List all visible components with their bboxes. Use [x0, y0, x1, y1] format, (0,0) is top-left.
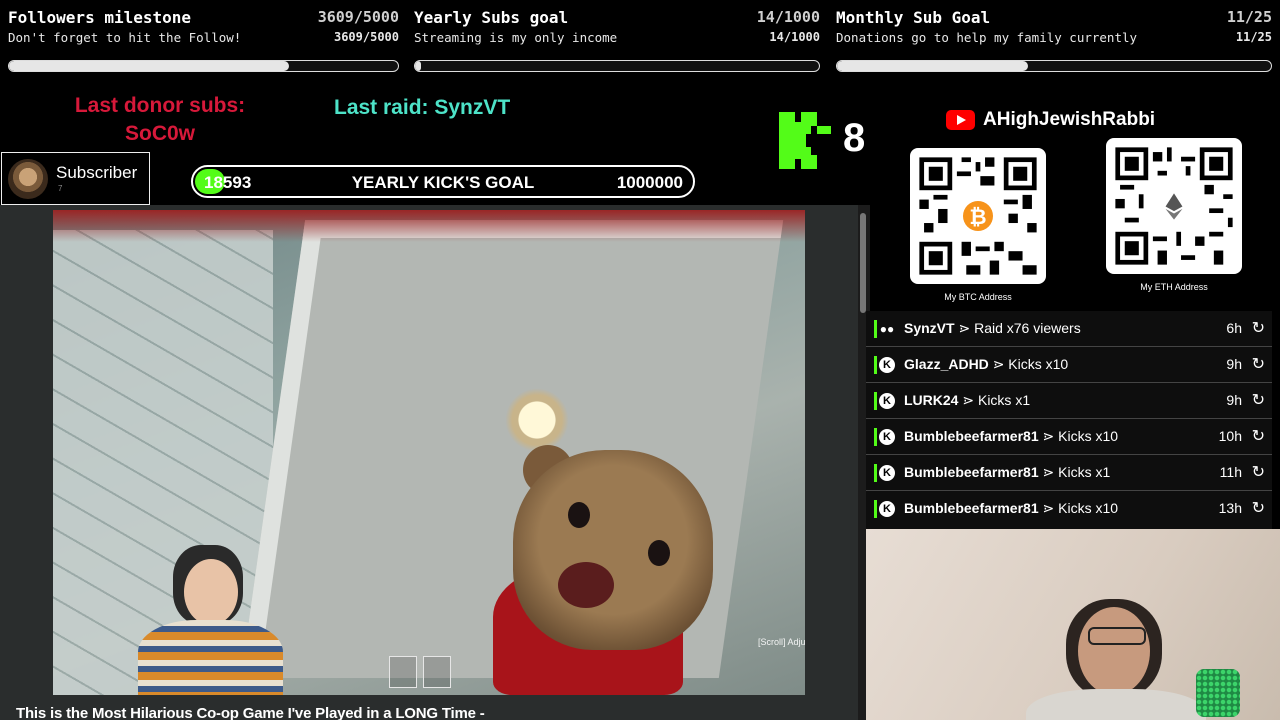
goal-progress-fill: [837, 61, 1028, 71]
goal-title: Followers milestone: [8, 8, 192, 27]
kick-icon: K: [879, 501, 895, 517]
scrollbar-thumb[interactable]: [860, 213, 866, 313]
monthly-sub-goal: Monthly Sub Goal 11/25 Donations go to h…: [836, 0, 1272, 80]
yearly-subs-goal: Yearly Subs goal 14/1000 Streaming is my…: [414, 0, 820, 80]
event-time: 6h: [1226, 320, 1242, 336]
subscriber-count: 7: [58, 184, 63, 193]
kick-count: 8: [843, 116, 866, 160]
eth-qr-label: My ETH Address: [1140, 282, 1208, 292]
goal-subtitle: Don't forget to hit the Follow!: [8, 30, 242, 45]
event-user: Bumblebeefarmer81: [904, 500, 1039, 516]
goal-progress-fill: [9, 61, 290, 71]
goal-title: Monthly Sub Goal: [836, 8, 991, 27]
kick-goal-bar: 18593 YEARLY KICK'S GOAL 1000000: [191, 165, 695, 198]
eth-qr-code: [1106, 138, 1242, 274]
event-row: K Bumblebeefarmer81 ⋗ Kicks x10 10h ↻: [866, 419, 1272, 455]
last-raid: Last raid: SynzVT: [334, 96, 511, 119]
event-feed: ●● SynzVT ⋗ Raid x76 viewers 6h ↻ K Glaz…: [866, 311, 1272, 529]
overlay-square: [389, 656, 417, 688]
event-action: ⋗ Kicks x1: [1042, 464, 1111, 480]
btc-qr-label: My BTC Address: [944, 292, 1012, 302]
event-action: ⋗ Kicks x10: [992, 356, 1069, 372]
last-donor: Last donor subs: SoC0w: [40, 92, 280, 148]
last-donor-label: Last donor subs:: [74, 94, 246, 117]
replay-icon[interactable]: ↻: [1252, 462, 1265, 482]
goal-count: 3609/5000: [317, 8, 399, 26]
teddy-bear: [513, 450, 713, 650]
goal-count-secondary: 11/25: [1235, 30, 1272, 44]
game-video: [Scroll] Adjust range This is the Most H…: [0, 205, 860, 720]
event-row: K Glazz_ADHD ⋗ Kicks x10 9h ↻: [866, 347, 1272, 383]
event-time: 13h: [1218, 500, 1242, 516]
event-user: SynzVT: [904, 320, 955, 336]
replay-icon[interactable]: ↻: [1252, 390, 1265, 410]
event-action: ⋗ Raid x76 viewers: [958, 320, 1081, 336]
event-row: K LURK24 ⋗ Kicks x1 9h ↻: [866, 383, 1272, 419]
goal-count: 14/1000: [756, 8, 820, 26]
goal-progress-bar: [836, 60, 1272, 72]
streamer-webcam: [108, 535, 283, 695]
svg-text:₿: ₿: [969, 204, 986, 229]
kick-icon: K: [879, 393, 895, 409]
replay-icon[interactable]: ↻: [1252, 426, 1265, 446]
followers-goal: Followers milestone 3609/5000 Don't forg…: [8, 0, 399, 80]
goal-progress-bar: [414, 60, 820, 72]
event-user: Bumblebeefarmer81: [904, 428, 1039, 444]
game-scene: [Scroll] Adjust range: [53, 210, 805, 695]
kick-icon: K: [879, 357, 895, 373]
event-user: Glazz_ADHD: [904, 356, 989, 372]
replay-icon[interactable]: ↻: [1252, 498, 1265, 518]
event-action: ⋗ Kicks x1: [962, 392, 1031, 408]
event-action: ⋗ Kicks x10: [1042, 500, 1119, 516]
event-time: 10h: [1218, 428, 1242, 444]
event-action: ⋗ Kicks x10: [1042, 428, 1119, 444]
event-time: 9h: [1226, 356, 1242, 372]
subscriber-box: Subscriber 7: [1, 152, 150, 205]
goal-count: 11/25: [1226, 8, 1272, 26]
event-time: 11h: [1219, 464, 1242, 480]
goal-progress-fill: [415, 61, 421, 71]
event-user: Bumblebeefarmer81: [904, 464, 1039, 480]
kick-logo-icon: [779, 112, 831, 169]
goal-title: Yearly Subs goal: [414, 8, 569, 27]
event-row: K Bumblebeefarmer81 ⋗ Kicks x1 11h ↻: [866, 455, 1272, 491]
btc-qr-code: ₿: [910, 148, 1046, 284]
event-user: LURK24: [904, 392, 959, 408]
replay-icon[interactable]: ↻: [1252, 318, 1265, 338]
glasses-icon: [1088, 627, 1146, 645]
event-time: 9h: [1226, 392, 1242, 408]
goal-count-secondary: 14/1000: [769, 30, 820, 44]
kick-goal-target: 1000000: [616, 173, 683, 192]
lamp-icon: [505, 388, 569, 452]
youtube-icon: [946, 110, 975, 130]
video-title[interactable]: This is the Most Hilarious Co-op Game I'…: [16, 705, 485, 720]
goal-count-secondary: 3609/5000: [333, 30, 399, 44]
goal-subtitle: Donations go to help my family currently: [836, 30, 1138, 45]
overlay-square: [423, 656, 451, 688]
overlay-hint: [Scroll] Adjust range: [758, 637, 805, 647]
plant-icon: [1196, 669, 1240, 717]
host-webcam: [866, 529, 1280, 720]
subscriber-label: Subscriber: [56, 163, 138, 182]
kick-icon: K: [879, 429, 895, 445]
raid-icon: ●●: [879, 322, 895, 336]
goal-subtitle: Streaming is my only income: [414, 30, 618, 45]
event-row: K Bumblebeefarmer81 ⋗ Kicks x10 13h ↻: [866, 491, 1272, 527]
avatar: [8, 159, 48, 199]
event-row: ●● SynzVT ⋗ Raid x76 viewers 6h ↻: [866, 311, 1272, 347]
last-donor-name: SoC0w: [124, 122, 195, 145]
game-chat-overlay: [Scroll] Adjust range: [758, 585, 805, 695]
goal-progress-bar: [8, 60, 399, 72]
youtube-channel-name: AHighJewishRabbi: [983, 109, 1156, 130]
kick-icon: K: [879, 465, 895, 481]
replay-icon[interactable]: ↻: [1252, 354, 1265, 374]
